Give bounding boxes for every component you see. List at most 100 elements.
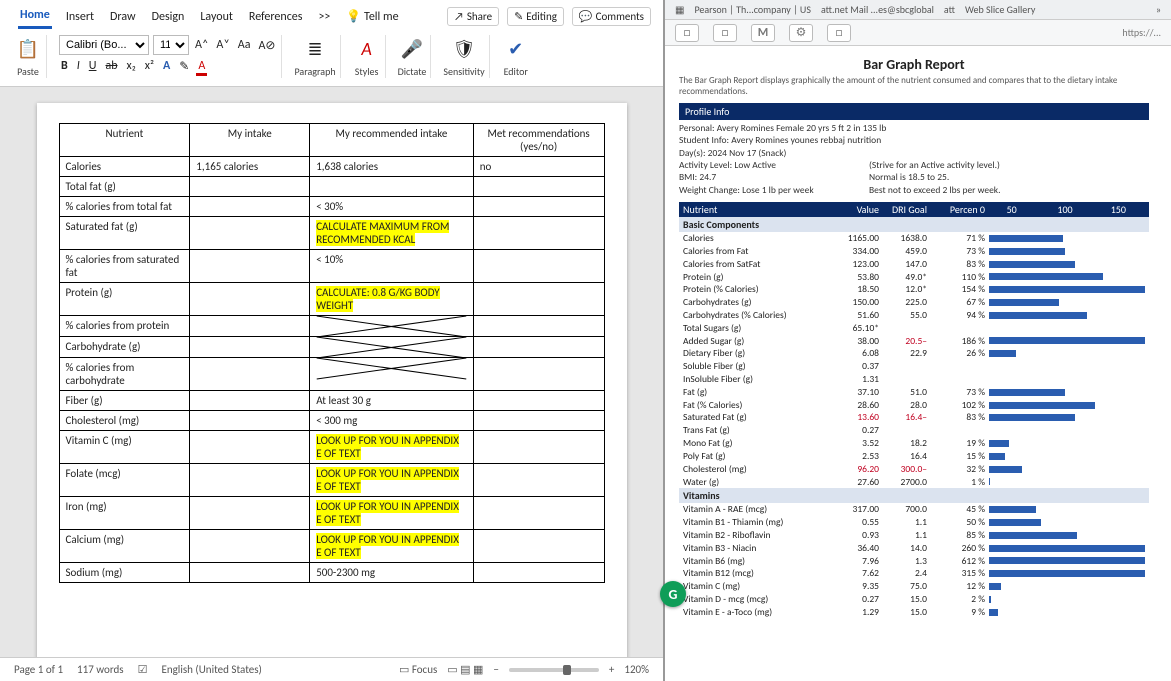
font-color-button[interactable]: A [196,59,207,76]
table-row[interactable]: % calories from carbohydrate [59,358,604,391]
editing-mode-button[interactable]: ✎ Editing [507,7,564,26]
tell-me-label: Tell me [364,10,399,24]
fav-1[interactable]: Pearson | Th...company | US [694,3,811,16]
superscript-button[interactable]: x² [143,59,156,76]
table-row[interactable]: Iron (mg)LOOK UP FOR YOU IN APPENDIX E O… [59,497,604,530]
sensitivity-group: 🛡 Sensitivity [439,35,489,78]
tool-5[interactable]: □ [827,24,851,42]
tool-2[interactable]: □ [713,24,737,42]
favorites-bar: ▦ Pearson | Th...company | US att.net Ma… [665,0,1171,20]
table-row[interactable]: Calories1,165 calories1,638 caloriesno [59,157,604,177]
section-header: Basic Components [679,217,1149,232]
font-size-select[interactable]: 11 [153,35,189,55]
text-effects-button[interactable]: A [161,59,172,76]
tab-layout[interactable]: Layout [198,6,235,28]
table-row[interactable]: Cholesterol (mg)< 300 mg [59,411,604,431]
table-row[interactable]: % calories from total fat< 30% [59,197,604,217]
tab-design[interactable]: Design [150,6,187,28]
italic-button[interactable]: I [75,59,82,76]
table-row[interactable]: % calories from protein [59,316,604,337]
paragraph-icon[interactable]: ≣ [301,35,329,63]
ribbon-tabs: Home Insert Draw Design Layout Reference… [0,0,663,29]
tool-3[interactable]: M [751,24,775,42]
table-row[interactable]: Protein (g)CALCULATE: 0.8 G/KG BODY WEIG… [59,283,604,316]
shrink-font-button[interactable]: A˅ [214,38,231,52]
fav-2[interactable]: att.net Mail ...es@sbcglobal [821,3,934,16]
zoom-in-button[interactable]: + [609,663,614,676]
grow-font-button[interactable]: A˄ [193,38,210,52]
tool-1[interactable]: □ [675,24,699,42]
table-row[interactable]: Carbohydrate (g) [59,337,604,358]
col-nutrient: Nutrient [683,203,831,216]
subscript-button[interactable]: x₂ [125,59,138,76]
fav-3[interactable]: att [944,3,955,16]
col-intake: My intake [190,124,310,157]
fav-4[interactable]: Web Slice Gallery [965,3,1035,16]
share-label: Share [467,10,492,23]
word-window: Home Insert Draw Design Layout Reference… [0,0,665,681]
clear-format-button[interactable]: A⊘ [256,38,277,53]
report-area[interactable]: Bar Graph Report The Bar Graph Report di… [665,46,1171,681]
profile-days: Day(s): 2024 Nov 17 (Snack) [679,147,1149,159]
page: Nutrient My intake My recommended intake… [37,103,627,657]
view-buttons[interactable]: ▭ ▤ ▦ [447,663,483,676]
focus-mode-button[interactable]: ▭ Focus [399,663,437,676]
nutrient-columns: Nutrient Value DRI Goal Percen 0 50 100 … [679,202,1149,217]
nutrient-row: InSoluble Fiber (g)1.31 [679,373,1149,386]
tell-me[interactable]: 💡 Tell me [344,5,400,28]
table-row[interactable]: Saturated fat (g)CALCULATE MAXIMUM FROM … [59,217,604,250]
nutrient-row: Fat (g)37.1051.073 % [679,386,1149,399]
fav-icon[interactable]: ▦ [675,3,684,16]
bold-button[interactable]: B [59,59,70,76]
share-button[interactable]: ↗ Share [447,7,499,26]
table-row[interactable]: Calcium (mg)LOOK UP FOR YOU IN APPENDIX … [59,530,604,563]
highlight-button[interactable]: ✎ [177,59,191,76]
styles-icon[interactable]: A [353,35,381,63]
underline-button[interactable]: U [87,59,99,76]
report-title: Bar Graph Report [679,56,1149,73]
status-spellcheck-icon[interactable]: ☑ [138,663,148,676]
nutrient-table[interactable]: Nutrient My intake My recommended intake… [59,123,605,583]
strike-button[interactable]: ab [103,59,119,76]
document-canvas[interactable]: Nutrient My intake My recommended intake… [0,87,663,657]
tabs-overflow[interactable]: >> [316,6,332,28]
zoom-value[interactable]: 120% [624,663,649,676]
profile-activity-r: (Strive for an Active activity level.) [869,159,1000,171]
zoom-slider[interactable] [509,668,599,672]
font-name-select[interactable]: Calibri (Bo... [59,35,149,55]
table-row[interactable]: Vitamin C (mg)LOOK UP FOR YOU IN APPENDI… [59,431,604,464]
tool-4[interactable]: ⚙ [789,24,813,42]
table-row[interactable]: Total fat (g) [59,177,604,197]
nutrient-row: Vitamin C (mg)9.3575.012 % [679,580,1149,593]
profile-wt-l: Weight Change: Lose 1 lb per week [679,184,859,196]
change-case-button[interactable]: Aa [236,38,253,52]
sensitivity-icon[interactable]: 🛡 [450,35,478,63]
nutrient-row: Saturated Fat (g)13.6016.4–83 % [679,411,1149,424]
paste-icon[interactable]: 📋 [14,35,42,63]
tab-insert[interactable]: Insert [64,6,96,28]
status-language[interactable]: English (United States) [161,663,261,676]
fav-overflow[interactable]: » [1156,3,1161,16]
grammarly-icon[interactable]: G [660,581,686,607]
mic-icon[interactable]: 🎤 [398,35,426,63]
status-page[interactable]: Page 1 of 1 [14,663,63,676]
nutrient-row: Cholesterol (mg)96.20300.0–32 % [679,463,1149,476]
col-nutrient: Nutrient [59,124,190,157]
table-row[interactable]: Folate (mcg)LOOK UP FOR YOU IN APPENDIX … [59,464,604,497]
report-subtitle: The Bar Graph Report displays graphicall… [679,75,1149,97]
status-words[interactable]: 117 words [77,663,124,676]
table-row[interactable]: % calories from saturated fat< 10% [59,250,604,283]
zoom-out-button[interactable]: − [493,663,498,676]
nutrient-row: Protein (% Calories)18.5012.0*154 % [679,283,1149,296]
editor-icon[interactable]: ✔ [502,35,530,63]
table-row[interactable]: Sodium (mg)500-2300 mg [59,563,604,583]
tab-references[interactable]: References [247,6,305,28]
nutrient-row: Water (g)27.602700.01 % [679,476,1149,489]
table-row[interactable]: Fiber (g)At least 30 g [59,391,604,411]
url-hint[interactable]: https://... [1122,26,1161,39]
dictate-label: Dictate [398,65,427,78]
tab-draw[interactable]: Draw [108,6,138,28]
tab-home[interactable]: Home [18,4,52,29]
comments-button[interactable]: 💬 Comments [572,7,651,26]
paragraph-label: Paragraph [294,65,335,78]
